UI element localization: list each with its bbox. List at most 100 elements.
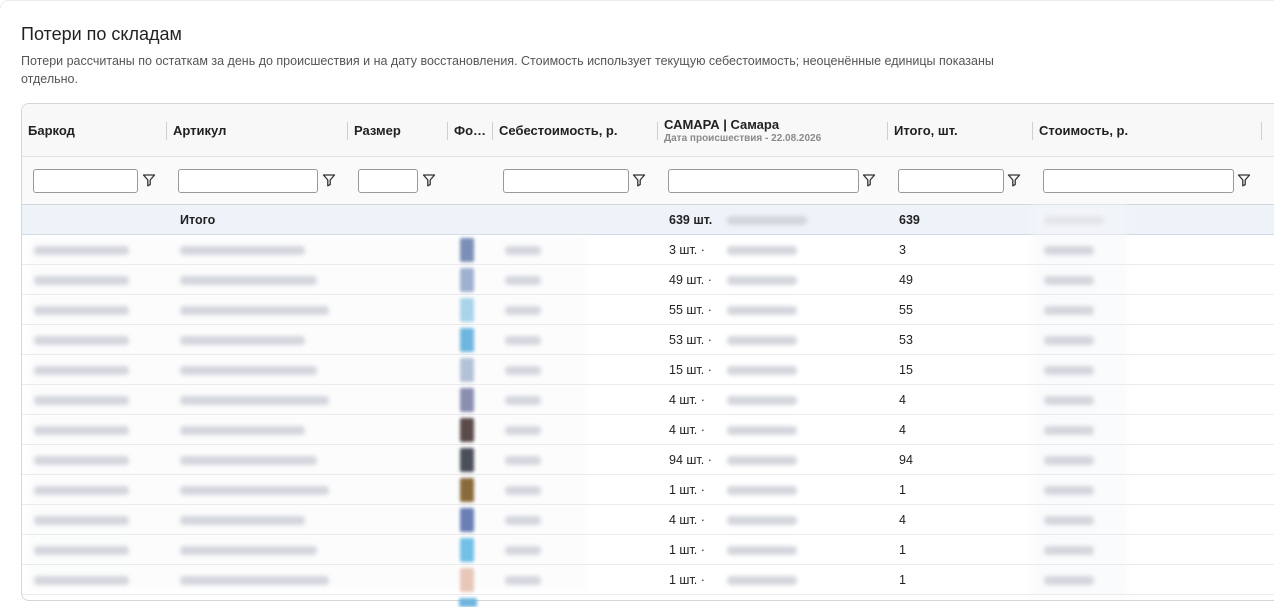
- warehouse-cost-hidden: [727, 276, 797, 285]
- filter-article-input[interactable]: [178, 169, 318, 193]
- panel-border: [0, 0, 1274, 8]
- filter-barcode-input[interactable]: [33, 169, 138, 193]
- header-article-label: Артикул: [173, 123, 227, 138]
- warehouse-qty: 94 шт. ·: [669, 453, 712, 467]
- article-hidden: [180, 456, 317, 465]
- photo-thumbnail[interactable]: [460, 418, 474, 442]
- barcode-hidden: [34, 336, 129, 345]
- losses-table: Баркод Артикул Размер Фо… Себестоимость,…: [21, 103, 1274, 601]
- total-qty: 49: [899, 273, 913, 287]
- header-total-cost[interactable]: Стоимость, р.: [1033, 104, 1261, 157]
- cost-hidden: [505, 486, 541, 495]
- page-title: Потери по складам: [21, 24, 182, 44]
- total-qty: 4: [899, 513, 906, 527]
- filter-total-qty-input[interactable]: [898, 169, 1004, 193]
- photo-thumbnail[interactable]: [460, 298, 474, 322]
- header-size[interactable]: Размер: [348, 104, 447, 157]
- photo-thumbnail[interactable]: [460, 568, 474, 592]
- article-hidden: [180, 426, 305, 435]
- totals-warehouse-cost-hidden: [727, 216, 807, 225]
- photo-thumbnail[interactable]: [460, 508, 474, 532]
- article-hidden: [180, 336, 305, 345]
- header-warehouse-label: САМАРА | Самара: [664, 117, 780, 132]
- article-hidden: [180, 546, 317, 555]
- photo-thumbnail[interactable]: [460, 328, 474, 352]
- barcode-hidden: [34, 396, 129, 405]
- totals-label: Итого: [180, 213, 216, 227]
- header-photo[interactable]: Фо…: [448, 104, 492, 157]
- filter-warehouse-input[interactable]: [668, 169, 859, 193]
- cost-hidden: [505, 246, 541, 255]
- header-incident-date: Дата происшествия - 22.08.2026: [664, 133, 822, 144]
- barcode-hidden: [34, 576, 129, 585]
- barcode-hidden: [34, 456, 129, 465]
- warehouse-cost-hidden: [727, 576, 797, 585]
- cost-hidden: [505, 456, 541, 465]
- filter-icon[interactable]: [862, 173, 876, 187]
- filter-size-input[interactable]: [358, 169, 418, 193]
- photo-thumbnail[interactable]: [460, 358, 474, 382]
- cost-hidden: [505, 366, 541, 375]
- header-barcode-label: Баркод: [28, 123, 75, 138]
- header-article[interactable]: Артикул: [167, 104, 347, 157]
- filter-icon[interactable]: [1007, 173, 1021, 187]
- filter-total-cost-input[interactable]: [1043, 169, 1234, 193]
- warehouse-qty: 15 шт. ·: [669, 363, 712, 377]
- photo-thumbnail[interactable]: [460, 538, 474, 562]
- filter-cost-input[interactable]: [503, 169, 629, 193]
- total-qty: 4: [899, 393, 906, 407]
- article-hidden: [180, 366, 317, 375]
- warehouse-cost-hidden: [727, 486, 797, 495]
- total-cost-hidden: [1044, 516, 1094, 525]
- filter-icon[interactable]: [632, 173, 646, 187]
- total-cost-hidden: [1044, 546, 1094, 555]
- header-photo-label: Фо…: [454, 123, 487, 138]
- total-qty: 53: [899, 333, 913, 347]
- total-qty: 15: [899, 363, 913, 377]
- filter-icon[interactable]: [322, 173, 336, 187]
- cost-hidden: [505, 306, 541, 315]
- losses-page: Потери по складам Потери рассчитаны по о…: [0, 0, 1274, 607]
- header-barcode[interactable]: Баркод: [22, 104, 166, 157]
- total-cost-hidden: [1044, 426, 1094, 435]
- totals-warehouse-qty: 639 шт.: [669, 213, 713, 227]
- total-qty: 1: [899, 543, 906, 557]
- total-cost-hidden: [1044, 276, 1094, 285]
- warehouse-cost-hidden: [727, 516, 797, 525]
- photo-thumbnail[interactable]: [460, 478, 474, 502]
- cost-hidden: [505, 426, 541, 435]
- warehouse-cost-hidden: [727, 246, 797, 255]
- photo-thumbnail[interactable]: [460, 388, 474, 412]
- filter-icon[interactable]: [1237, 173, 1251, 187]
- cost-hidden: [505, 336, 541, 345]
- header-warehouse[interactable]: САМАРА | Самара Дата происшествия - 22.0…: [658, 104, 887, 157]
- header-total-qty[interactable]: Итого, шт.: [888, 104, 1032, 157]
- totals-total-qty: 639: [899, 213, 920, 227]
- warehouse-qty: 4 шт. ·: [669, 393, 705, 407]
- article-hidden: [180, 516, 305, 525]
- warehouse-cost-hidden: [727, 546, 797, 555]
- cost-hidden: [505, 516, 541, 525]
- cost-hidden: [505, 576, 541, 585]
- photo-thumbnail[interactable]: [460, 448, 474, 472]
- barcode-hidden: [34, 486, 129, 495]
- barcode-hidden: [34, 276, 129, 285]
- header-total-qty-label: Итого, шт.: [894, 123, 958, 138]
- warehouse-qty: 3 шт. ·: [669, 243, 705, 257]
- filter-icon[interactable]: [142, 173, 156, 187]
- warehouse-qty: 4 шт. ·: [669, 513, 705, 527]
- header-cost[interactable]: Себестоимость, р.: [493, 104, 657, 157]
- warehouse-cost-hidden: [727, 426, 797, 435]
- warehouse-qty: 53 шт. ·: [669, 333, 712, 347]
- photo-thumbnail[interactable]: [460, 238, 474, 262]
- header-separator[interactable]: [1261, 122, 1262, 140]
- total-qty: 4: [899, 423, 906, 437]
- warehouse-cost-hidden: [727, 306, 797, 315]
- total-qty: 1: [899, 483, 906, 497]
- barcode-hidden: [34, 426, 129, 435]
- photo-thumbnail[interactable]: [460, 268, 474, 292]
- barcode-hidden: [34, 366, 129, 375]
- filter-icon[interactable]: [422, 173, 436, 187]
- total-qty: 94: [899, 453, 913, 467]
- header-cost-label: Себестоимость, р.: [499, 123, 618, 138]
